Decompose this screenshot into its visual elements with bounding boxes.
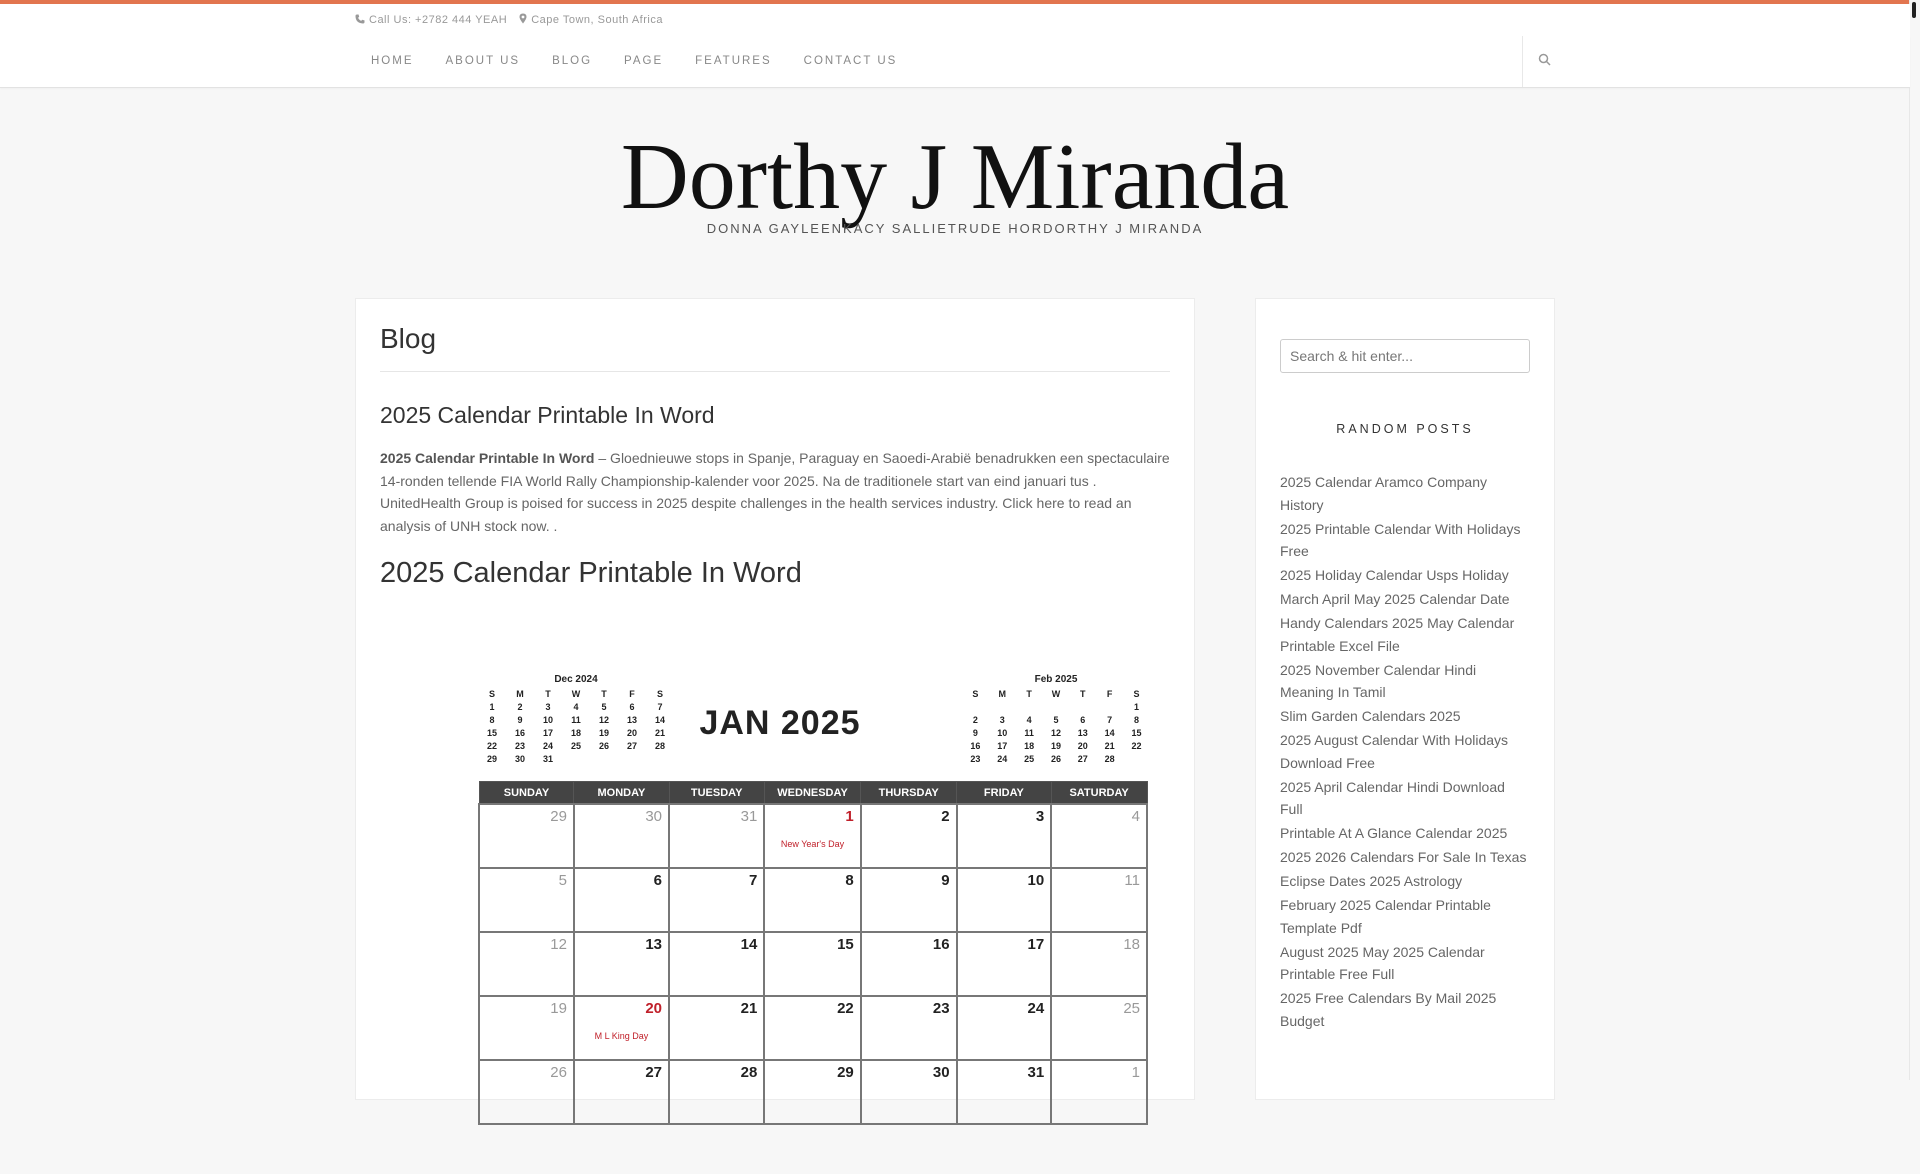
mini-calendar-title: Feb 2025 — [1034, 674, 1078, 685]
nav-about-us[interactable]: ABOUT US — [430, 36, 537, 87]
random-post-link[interactable]: Slim Garden Calendars 2025 — [1280, 708, 1461, 724]
scrollbar[interactable] — [1909, 0, 1920, 1080]
random-post-link[interactable]: 2025 Printable Calendar With Holidays Fr… — [1280, 521, 1520, 560]
random-post-link[interactable]: 2025 2026 Calendars For Sale In Texas — [1280, 849, 1526, 865]
main-navigation: HOME ABOUT US BLOG PAGE FEATURES CONTACT… — [0, 36, 1910, 88]
scrollbar-thumb[interactable] — [1912, 2, 1916, 18]
random-post-link[interactable]: Handy Calendars 2025 May Calendar Printa… — [1280, 615, 1514, 654]
list-item: 2025 Holiday Calendar Usps Holiday — [1280, 564, 1530, 587]
main-content: Blog 2025 Calendar Printable In Word 202… — [355, 298, 1195, 1125]
post-title-link[interactable]: 2025 Calendar Printable In Word — [380, 402, 1170, 429]
mini-calendar-prev: Dec 2024 SMTWTFS 1234567 8 9 10 11 12 13 14 15… — [478, 674, 674, 766]
random-post-link[interactable]: Printable At A Glance Calendar 2025 — [1280, 825, 1507, 841]
phone-icon — [355, 14, 365, 27]
site-description: DONNA GAYLEENKACY SALLIETRUDE HORDORTHY … — [706, 221, 1204, 236]
random-post-link[interactable]: 2025 Holiday Calendar Usps Holiday — [1280, 567, 1509, 583]
sidebar: RANDOM POSTS 2025 Calendar Aramco Compan… — [1255, 298, 1555, 1100]
calendar-image: Dec 2024 SMTWTFS 1234567 8 9 10 11 12 13 14 15… — [410, 674, 1150, 1174]
mini-calendar-title: Dec 2024 — [554, 674, 598, 685]
list-item: Slim Garden Calendars 2025 — [1280, 705, 1530, 728]
map-marker-icon — [519, 13, 527, 27]
holiday-label: M L King Day — [594, 1031, 649, 1041]
location-text: Cape Town, South Africa — [531, 14, 663, 26]
nav-home[interactable]: HOME — [355, 36, 430, 87]
phone-text: Call Us: +2782 444 YEAH — [369, 14, 508, 26]
list-item: 2025 Free Calendars By Mail 2025 Budget — [1280, 987, 1530, 1032]
list-item: March April May 2025 Calendar Date — [1280, 588, 1530, 611]
sidebar-search-input[interactable] — [1280, 339, 1530, 373]
info-bar: Call Us: +2782 444 YEAH Cape Town, South… — [0, 4, 1910, 37]
location-info: Cape Town, South Africa — [519, 13, 663, 27]
random-post-link[interactable]: 2025 April Calendar Hindi Download Full — [1280, 779, 1505, 818]
holiday-label: New Year's Day — [780, 839, 845, 849]
random-post-link[interactable]: Eclipse Dates 2025 Astrology — [1280, 873, 1462, 889]
list-item: August 2025 May 2025 Calendar Printable … — [1280, 941, 1530, 986]
page-title: Blog — [380, 323, 1170, 372]
random-post-link[interactable]: August 2025 May 2025 Calendar Printable … — [1280, 944, 1485, 983]
list-item: 2025 April Calendar Hindi Download Full — [1280, 776, 1530, 821]
random-post-link[interactable]: 2025 August Calendar With Holidays Downl… — [1280, 732, 1508, 771]
list-item: 2025 2026 Calendars For Sale In Texas — [1280, 846, 1530, 869]
list-item: 2025 Calendar Aramco Company History — [1280, 471, 1530, 516]
list-item: Handy Calendars 2025 May Calendar Printa… — [1280, 612, 1530, 657]
random-post-link[interactable]: 2025 November Calendar Hindi Meaning In … — [1280, 662, 1476, 701]
calendar-grid: SUNDAY MONDAY TUESDAY WEDNESDAY THURSDAY FRID… — [478, 781, 1148, 1125]
phone-info: Call Us: +2782 444 YEAH — [355, 14, 507, 27]
random-posts-title: RANDOM POSTS — [1336, 422, 1474, 436]
list-item: 2025 Printable Calendar With Holidays Fr… — [1280, 518, 1530, 563]
excerpt-bold-title: 2025 Calendar Printable In Word — [380, 450, 595, 466]
random-post-link[interactable]: 2025 Calendar Aramco Company History — [1280, 474, 1487, 513]
random-post-link[interactable]: February 2025 Calendar Printable Templat… — [1280, 897, 1491, 936]
nav-blog[interactable]: BLOG — [536, 36, 608, 87]
mini-calendar-next: Feb 2025 SMTWTFS 1 2345678 9 10 11 12 13 14 15… — [962, 674, 1150, 766]
list-item: 2025 August Calendar With Holidays Downl… — [1280, 729, 1530, 774]
random-post-link[interactable]: 2025 Free Calendars By Mail 2025 Budget — [1280, 990, 1496, 1029]
nav-search-button[interactable] — [1522, 36, 1565, 87]
nav-page[interactable]: PAGE — [608, 36, 679, 87]
random-posts-list: 2025 Calendar Aramco Company History 202… — [1280, 471, 1530, 1034]
nav-features[interactable]: FEATURES — [679, 36, 788, 87]
site-title[interactable]: Dorthy J Miranda — [0, 122, 1910, 232]
post-heading: 2025 Calendar Printable In Word — [380, 557, 802, 589]
calendar-month-title: JAN 2025 — [699, 704, 861, 742]
list-item: Eclipse Dates 2025 Astrology — [1280, 870, 1530, 893]
list-item: 2025 November Calendar Hindi Meaning In … — [1280, 659, 1530, 704]
search-icon — [1538, 53, 1551, 71]
list-item: Printable At A Glance Calendar 2025 — [1280, 822, 1530, 845]
post-excerpt: 2025 Calendar Printable In Word – Gloedn… — [380, 447, 1170, 537]
random-post-link[interactable]: March April May 2025 Calendar Date — [1280, 591, 1510, 607]
list-item: February 2025 Calendar Printable Templat… — [1280, 894, 1530, 939]
nav-contact-us[interactable]: CONTACT US — [788, 36, 914, 87]
